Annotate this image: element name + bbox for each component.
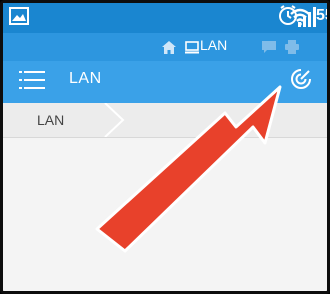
phone-screen: 55 LAN LAN LAN: [0, 0, 330, 294]
annotation-arrow-icon: [95, 85, 282, 253]
